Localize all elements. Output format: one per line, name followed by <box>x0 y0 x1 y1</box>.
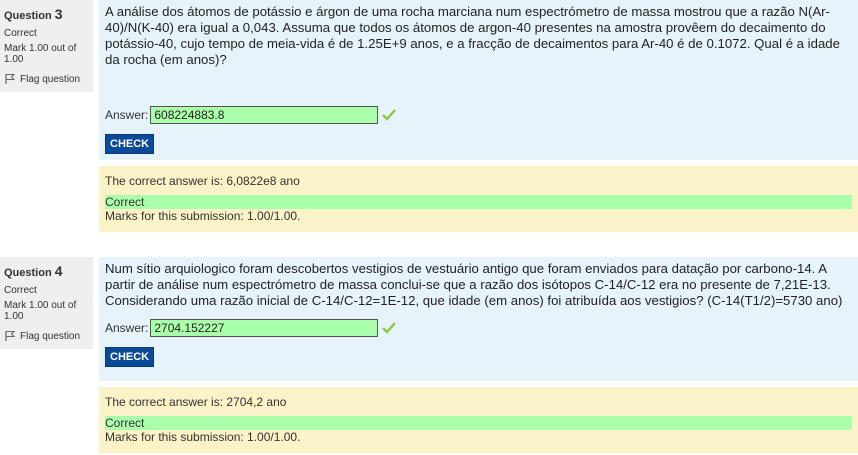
submission-marks: Marks for this submission: 1.00/1.00. <box>105 209 301 223</box>
question-grade: Mark 1.00 out of 1.00 <box>4 43 77 65</box>
right-answer: The correct answer is: 2704,2 ano <box>105 395 287 409</box>
question-number: Question 4 <box>4 263 63 279</box>
question-info: Question 3 Correct Mark 1.00 out of 1.00… <box>0 0 93 92</box>
answer-label: Answer: <box>105 108 149 122</box>
question-info: Question 4 Correct Mark 1.00 out of 1.00… <box>0 257 93 349</box>
check-button[interactable]: CHECK <box>105 347 155 367</box>
flag-icon <box>5 331 16 341</box>
feedback-state: Correct <box>105 416 852 430</box>
answer-row: Answer: 2704.152227 <box>105 319 852 337</box>
flag-question-label: Flag question <box>20 330 81 342</box>
flag-question-link[interactable]: Flag question <box>4 73 89 85</box>
checkmark-icon <box>382 322 397 334</box>
flag-icon <box>5 74 16 84</box>
question-text: A análise dos átomos de potássio e árgon… <box>105 4 840 67</box>
answer-row: Answer: 608224883.8 <box>105 106 852 124</box>
answer-label: Answer: <box>105 321 149 335</box>
question-state: Correct <box>4 28 37 39</box>
check-button[interactable]: CHECK <box>105 134 155 154</box>
question-state: Correct <box>4 285 37 296</box>
checkmark-icon <box>382 109 397 121</box>
feedback-state: Correct <box>105 195 852 209</box>
flag-question-label: Flag question <box>20 73 81 85</box>
question-outcome: The correct answer is: 2704,2 ano Correc… <box>99 387 858 453</box>
question-content: Num sítio arquiologico foram descobertos… <box>99 257 858 453</box>
question-content: A análise dos átomos de potássio e árgon… <box>99 0 858 232</box>
question-formulation: A análise dos átomos de potássio e árgon… <box>99 0 858 160</box>
submission-marks: Marks for this submission: 1.00/1.00. <box>105 430 301 444</box>
question-formulation: Num sítio arquiologico foram descobertos… <box>99 257 858 381</box>
answer-input[interactable]: 2704.152227 <box>150 319 379 337</box>
question-grade: Mark 1.00 out of 1.00 <box>4 300 77 322</box>
answer-input[interactable]: 608224883.8 <box>150 106 379 124</box>
right-answer: The correct answer is: 6,0822e8 ano <box>105 174 300 188</box>
question-number: Question 3 <box>4 6 63 22</box>
question-outcome: The correct answer is: 6,0822e8 ano Corr… <box>99 166 858 232</box>
question-text: Num sítio arquiologico foram descobertos… <box>105 261 843 308</box>
flag-question-link[interactable]: Flag question <box>4 330 89 342</box>
